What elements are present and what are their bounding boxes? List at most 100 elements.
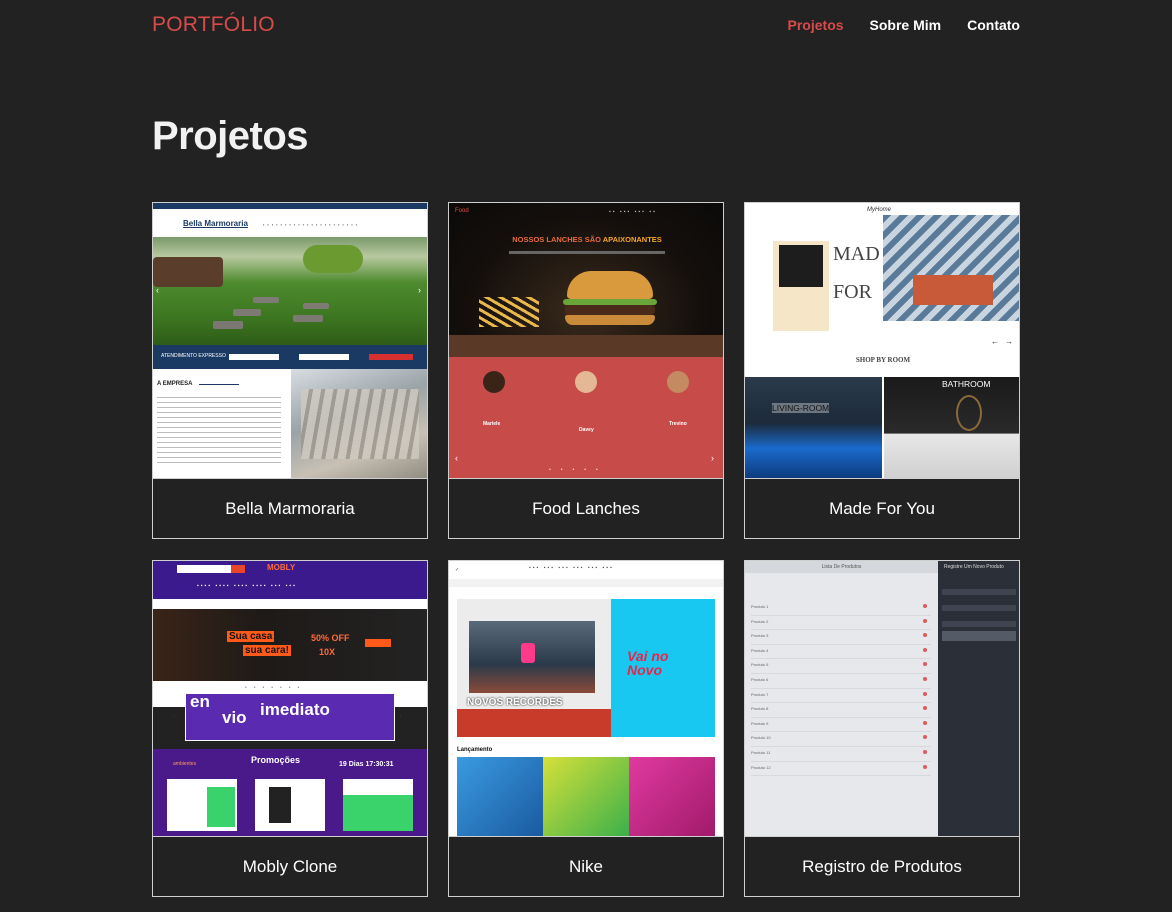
project-card-mobly-clone[interactable]: MOBLY ▪▪▪▪ ▪▪▪▪ ▪▪▪▪ ▪▪▪▪ ▪▪▪ ▪▪▪ Sua ca… [152,560,428,897]
chevron-right-icon[interactable]: › [711,453,714,463]
preview-stone [213,321,243,329]
delete-icon[interactable] [923,662,927,667]
preview-menu: ▪▪ ▪▪▪ ▪▪▪ ▪▪ [609,209,657,215]
preview-field [229,354,279,360]
preview-banner: Sua casa sua cara! 50% OFF 10X [153,609,427,681]
chevron-right-icon[interactable]: › [418,285,421,295]
preview-banner-button [365,639,391,647]
delete-icon[interactable] [923,691,927,696]
table-cell-product: Produto 2 [751,618,769,624]
table-row: Produto 10 [751,732,931,747]
preview-testimonials: Mariele Davey Trevino ‹ › ••••• [449,357,723,478]
chevron-left-icon[interactable]: ‹ [455,453,458,463]
delete-icon[interactable] [923,633,927,638]
preview-product-accent [343,795,413,831]
table-cell-product: Produto 11 [751,749,771,755]
chevron-left-icon[interactable]: ‹ [156,285,159,295]
table-row: Produto 7 [751,689,931,704]
project-thumbnail: Food ▪▪ ▪▪▪ ▪▪▪ ▪▪ NOSSOS LANCHES SÃO AP… [449,203,723,479]
nav-link-projetos[interactable]: Projetos [788,17,844,33]
project-card-food-lanches[interactable]: Food ▪▪ ▪▪▪ ▪▪▪ ▪▪ NOSSOS LANCHES SÃO AP… [448,202,724,539]
nav-link-sobre-mim[interactable]: Sobre Mim [870,17,942,33]
delete-icon[interactable] [923,604,927,608]
project-card-bella-marmoraria[interactable]: Bella Marmoraria ▪▪▪▪▪▪▪▪▪▪▪▪▪▪▪▪▪▪▪▪▪▪ … [152,202,428,539]
delete-icon[interactable] [923,720,927,725]
preview-hero-title: NOVOS RECORDES [467,697,563,708]
preview-section-title: A EMPRESA [157,381,193,387]
preview-log [153,257,223,287]
preview-form-field [942,605,1016,611]
preview-avatar [575,371,597,393]
preview-menu: ▪▪▪▪ ▪▪▪▪ ▪▪▪▪ ▪▪▪▪ ▪▪▪ ▪▪▪ [197,583,297,589]
table-cell-product: Produto 6 [751,676,769,682]
preview-banner-installments: 10X [319,647,336,657]
project-card-title: Made For You [829,498,935,518]
preview-living-room: LIVING-ROOM [745,377,882,478]
project-card-title: Food Lanches [532,498,640,518]
table-row: Produto 5 [751,659,931,674]
projects-grid: Bella Marmoraria ▪▪▪▪▪▪▪▪▪▪▪▪▪▪▪▪▪▪▪▪▪▪ … [152,202,1020,897]
preview-promotions-ambientes: ambientes [173,761,197,767]
preview-shoe-tile [629,757,715,836]
preview-table-rows: Produto 1 Produto 2 Produto 3 Produto 4 Prod… [751,601,931,777]
delete-icon[interactable] [923,647,927,652]
table-cell-product: Produto 4 [751,647,769,653]
preview-stone [293,315,323,322]
preview-logo: MOBLY [267,563,296,572]
table-row: Produto 2 [751,616,931,631]
delete-icon[interactable] [923,749,927,754]
table-row: Produto 9 [751,718,931,733]
table-cell-product: Produto 10 [751,735,771,741]
table-cell-product: Produto 7 [751,691,769,697]
main-nav: Projetos Sobre Mim Contato [788,17,1020,33]
preview-table-title: Lista De Produtos [821,564,862,570]
preview-field [299,354,349,360]
delete-icon[interactable] [923,706,927,711]
preview-bun-bottom [565,315,655,325]
preview-headline-white: NOSSOS LANCHES SÃO [512,235,603,244]
preview-banner-offer: 50% OFF [311,633,350,643]
delete-icon[interactable] [923,676,927,681]
preview-promo-word: imediato [260,700,330,719]
preview-arrows[interactable]: ←→ [991,337,1019,346]
preview-section-label: Lançamento [457,747,493,753]
chevron-left-icon[interactable]: ‹ [173,711,176,720]
preview-search [177,565,237,573]
preview-product-card [167,779,237,831]
preview-menu: ▪▪▪ ▪▪▪ ▪▪▪ ▪▪▪ ▪▪▪ ▪▪▪ [529,565,614,571]
portfolio-page: PORTFÓLIO Projetos Sobre Mim Contato Pro… [0,0,1172,912]
project-card-nike[interactable]: ✓ ▪▪▪ ▪▪▪ ▪▪▪ ▪▪▪ ▪▪▪ ▪▪▪ NOVOS RECORDES… [448,560,724,897]
table-row: Produto 12 [751,762,931,777]
preview-bush [303,245,363,273]
preview-mirror [956,395,982,431]
nav-link-contato[interactable]: Contato [967,17,1020,33]
preview-bar-label: ATENDIMENTO EXPRESSO [161,353,226,359]
preview-hero-burger: Food ▪▪ ▪▪▪ ▪▪▪ ▪▪ NOSSOS LANCHES SÃO AP… [449,203,723,357]
project-card-registro-de-produtos[interactable]: Lista De Produtos Produto 1 Produto 2 Prod… [744,560,1020,897]
project-thumbnail: MOBLY ▪▪▪▪ ▪▪▪▪ ▪▪▪▪ ▪▪▪▪ ▪▪▪ ▪▪▪ Sua ca… [153,561,427,837]
preview-form-button [942,631,1016,641]
preview-stone [253,297,279,303]
project-card-made-for-you[interactable]: MyHome MAD FOR ←→ SHOP BY ROOM LIVING-RO… [744,202,1020,539]
preview-banner-line1: Sua casa [227,631,275,642]
preview-avatar [483,371,505,393]
preview-promo-banner: en vio imediato [185,693,395,741]
preview-menu: ▪▪▪▪▪▪▪▪▪▪▪▪▪▪▪▪▪▪▪▪▪▪ [263,222,361,227]
preview-about: A EMPRESA [153,369,291,478]
brand-logo[interactable]: PORTFÓLIO [152,13,275,37]
preview-side-panel: Vai no Novo [611,599,715,737]
project-thumbnail: ✓ ▪▪▪ ▪▪▪ ▪▪▪ ▪▪▪ ▪▪▪ ▪▪▪ NOVOS RECORDES… [449,561,723,837]
preview-form-panel: Registre Um Novo Produto [938,561,1019,836]
preview-logo: MyHome [867,207,892,213]
preview-hero-text-2: FOR [833,281,872,303]
delete-icon[interactable] [923,735,927,740]
preview-hero-garden: ‹ › [153,237,427,345]
preview-runner-photo [469,621,595,693]
chevron-right-icon[interactable]: › [399,711,402,720]
preview-carousel-dots: ••••••• [245,685,307,691]
preview-divider [199,384,239,385]
preview-headline: NOSSOS LANCHES SÃO APAIXONANTES [449,235,723,244]
delete-icon[interactable] [923,618,927,623]
delete-icon[interactable] [923,764,927,769]
preview-headline-accent: APAIXONANTES [602,235,662,244]
